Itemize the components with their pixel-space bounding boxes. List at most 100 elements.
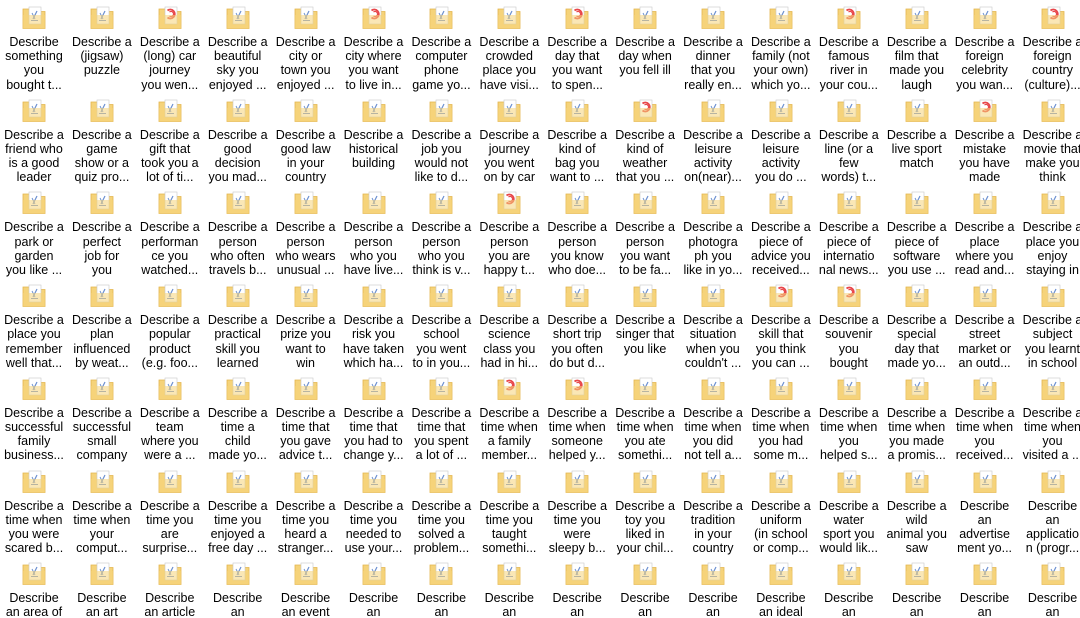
folder-item[interactable]: Describe a situation when you couldn't .… xyxy=(679,278,747,370)
folder-item[interactable]: Describe a time you taught somethi... xyxy=(475,464,543,556)
folder-item[interactable]: Describe an area of xyxy=(0,556,68,618)
folder-item[interactable]: Describe a tradition in your country xyxy=(679,464,747,556)
folder-item[interactable]: Describe a family (not your own) which y… xyxy=(747,0,815,92)
folder-item[interactable]: Describe an xyxy=(407,556,475,618)
folder-item[interactable]: Describe a person you want to be fa... xyxy=(611,185,679,277)
folder-item[interactable]: Describe an event xyxy=(272,556,340,618)
folder-item[interactable]: Describe a time you were sleepy b... xyxy=(543,464,611,556)
folder-item[interactable]: Describe a time when your comput... xyxy=(68,464,136,556)
folder-item[interactable]: Describe a successful family business... xyxy=(0,371,68,463)
folder-item[interactable]: Describe an xyxy=(204,556,272,618)
folder-item[interactable]: Describe a time you are surprise... xyxy=(136,464,204,556)
folder-item[interactable]: Describe an art xyxy=(68,556,136,618)
folder-item[interactable]: Describe a plan influenced by weat... xyxy=(68,278,136,370)
folder-item[interactable]: Describe a time a child made yo... xyxy=(204,371,272,463)
folder-item[interactable]: Describe a leisure activity on(near)... xyxy=(679,93,747,185)
folder-item[interactable]: Describe a time that you gave advice t..… xyxy=(272,371,340,463)
folder-item[interactable]: Describe a school you went to in you... xyxy=(407,278,475,370)
folder-item[interactable]: Describe a foreign celebrity you wan... xyxy=(951,0,1019,92)
folder-item[interactable]: Describe an xyxy=(475,556,543,618)
folder-item[interactable]: Describe a time when you received... xyxy=(951,371,1019,463)
folder-item[interactable]: Describe a team where you were a ... xyxy=(136,371,204,463)
folder-item[interactable]: Describe a place where you read and... xyxy=(951,185,1019,277)
folder-item[interactable]: Describe an xyxy=(340,556,408,618)
folder-item[interactable]: Describe a time when you had some m... xyxy=(747,371,815,463)
folder-item[interactable]: Describe a beautiful sky you enjoyed ... xyxy=(204,0,272,92)
folder-item[interactable]: Describe a person who you have live... xyxy=(340,185,408,277)
folder-item[interactable]: Describe a time when you did not tell a.… xyxy=(679,371,747,463)
folder-item[interactable]: Describe a place you enjoy staying in xyxy=(1019,185,1080,277)
folder-item[interactable]: Describe a person who wears unusual ... xyxy=(272,185,340,277)
folder-item[interactable]: Describe a day that you want to spen... xyxy=(543,0,611,92)
folder-item[interactable]: Describe a game show or a quiz pro... xyxy=(68,93,136,185)
folder-item[interactable]: Describe a kind of weather that you ... xyxy=(611,93,679,185)
folder-item[interactable]: Describe a special day that made yo... xyxy=(883,278,951,370)
folder-item[interactable]: Describe a famous river in your cou... xyxy=(815,0,883,92)
folder-item[interactable]: Describe a good law in your country xyxy=(272,93,340,185)
folder-item[interactable]: Describe a piece of software you use ... xyxy=(883,185,951,277)
folder-item[interactable]: Describe a time you heard a stranger... xyxy=(272,464,340,556)
folder-item[interactable]: Describe a short trip you often do but d… xyxy=(543,278,611,370)
folder-item[interactable]: Describe a person who you think is v... xyxy=(407,185,475,277)
folder-item[interactable]: Describe something you bought t... xyxy=(0,0,68,92)
folder-item[interactable]: Describe a (long) car journey you wen... xyxy=(136,0,204,92)
folder-item[interactable]: Describe an xyxy=(543,556,611,618)
folder-item[interactable]: Describe a film that made you laugh xyxy=(883,0,951,92)
folder-item[interactable]: Describe a city where you want to live i… xyxy=(340,0,408,92)
folder-item[interactable]: Describe an ideal xyxy=(747,556,815,618)
folder-item[interactable]: Describe a singer that you like xyxy=(611,278,679,370)
folder-item[interactable]: Describe a movie that make you think xyxy=(1019,93,1080,185)
folder-item[interactable]: Describe a place you remember well that.… xyxy=(0,278,68,370)
folder-item[interactable]: Describe a subject you learnt in school xyxy=(1019,278,1080,370)
folder-item[interactable]: Describe an xyxy=(611,556,679,618)
folder-item[interactable]: Describe a street market or an outd... xyxy=(951,278,1019,370)
folder-item[interactable]: Describe an article xyxy=(136,556,204,618)
folder-item[interactable]: Describe an xyxy=(883,556,951,618)
folder-item[interactable]: Describe a water sport you would lik... xyxy=(815,464,883,556)
folder-item[interactable]: Describe a computer phone game yo... xyxy=(407,0,475,92)
folder-item[interactable]: Describe a souvenir you bought xyxy=(815,278,883,370)
folder-item[interactable]: Describe a time you solved a problem... xyxy=(407,464,475,556)
folder-item[interactable]: Describe an xyxy=(679,556,747,618)
folder-item[interactable]: Describe a time you enjoyed a free day .… xyxy=(204,464,272,556)
folder-item[interactable]: Describe a dinner that you really en... xyxy=(679,0,747,92)
folder-item[interactable]: Describe a person you are happy t... xyxy=(475,185,543,277)
folder-item[interactable]: Describe a good decision you mad... xyxy=(204,93,272,185)
folder-item[interactable]: Describe a person who often travels b... xyxy=(204,185,272,277)
folder-item[interactable]: Describe a time when someone helped y... xyxy=(543,371,611,463)
folder-item[interactable]: Describe a time when you visited a ... xyxy=(1019,371,1080,463)
folder-item[interactable]: Describe a park or garden you like ... xyxy=(0,185,68,277)
folder-item[interactable]: Describe a line (or a few words) t... xyxy=(815,93,883,185)
folder-item[interactable]: Describe a skill that you think you can … xyxy=(747,278,815,370)
folder-item[interactable]: Describe a performan ce you watched... xyxy=(136,185,204,277)
folder-item[interactable]: Describe a practical skill you learned xyxy=(204,278,272,370)
folder-item[interactable]: Describe a photogra ph you like in yo... xyxy=(679,185,747,277)
folder-item[interactable]: Describe a time when you helped s... xyxy=(815,371,883,463)
folder-item[interactable]: Describe a successful small company xyxy=(68,371,136,463)
folder-item[interactable]: Describe a time that you had to change y… xyxy=(340,371,408,463)
folder-item[interactable]: Describe a time when you were scared b..… xyxy=(0,464,68,556)
folder-item[interactable]: Describe a historical building xyxy=(340,93,408,185)
folder-item[interactable]: Describe a leisure activity you do ... xyxy=(747,93,815,185)
folder-item[interactable]: Describe a risk you have taken which ha.… xyxy=(340,278,408,370)
folder-item[interactable]: Describe a foreign country (culture)... xyxy=(1019,0,1080,92)
folder-item[interactable]: Describe a science class you had in hi..… xyxy=(475,278,543,370)
folder-item[interactable]: Describe a time that you spent a lot of … xyxy=(407,371,475,463)
folder-item[interactable]: Describe a crowded place you have visi..… xyxy=(475,0,543,92)
folder-item[interactable]: Describe a gift that took you a lot of t… xyxy=(136,93,204,185)
folder-item[interactable]: Describe a person you know who doe... xyxy=(543,185,611,277)
folder-item[interactable]: Describe a kind of bag you want to ... xyxy=(543,93,611,185)
folder-item[interactable]: Describe a prize you want to win xyxy=(272,278,340,370)
folder-item[interactable]: Describe a uniform (in school or comp... xyxy=(747,464,815,556)
folder-item[interactable]: Describe a job you would not like to d..… xyxy=(407,93,475,185)
folder-item[interactable]: Describe a wild animal you saw xyxy=(883,464,951,556)
folder-item[interactable]: Describe an xyxy=(1019,556,1080,618)
folder-item[interactable]: Describe a (jigsaw) puzzle xyxy=(68,0,136,92)
folder-item[interactable]: Describe a popular product (e.g. foo... xyxy=(136,278,204,370)
folder-item[interactable]: Describe a mistake you have made xyxy=(951,93,1019,185)
folder-item[interactable]: Describe a city or town you enjoyed ... xyxy=(272,0,340,92)
folder-item[interactable]: Describe an xyxy=(951,556,1019,618)
folder-item[interactable]: Describe a perfect job for you xyxy=(68,185,136,277)
folder-item[interactable]: Describe a journey you went on by car xyxy=(475,93,543,185)
folder-item[interactable]: Describe a time when you made a promis..… xyxy=(883,371,951,463)
